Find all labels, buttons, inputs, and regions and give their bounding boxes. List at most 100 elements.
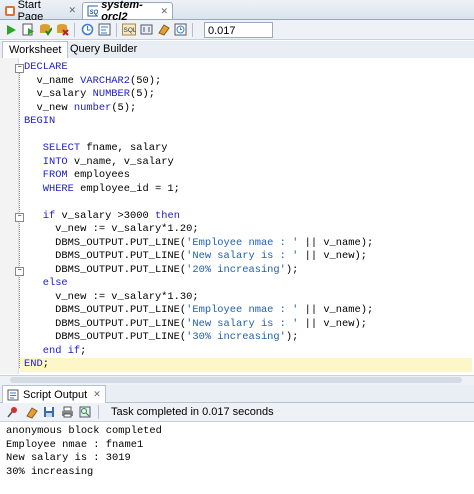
code-text: (5); bbox=[111, 101, 137, 114]
code-keyword: FROM bbox=[42, 169, 68, 181]
code-keyword: END bbox=[24, 358, 43, 370]
tab-system-orcl2[interactable]: SQL system-orcl2 ✕ bbox=[82, 0, 173, 23]
save-icon[interactable] bbox=[42, 405, 56, 419]
sql-editor[interactable]: − − − DECLARE v_name VARCHAR2(50); v_sal… bbox=[0, 58, 474, 374]
code-text: v_salary >3000 bbox=[55, 209, 155, 222]
commit-icon[interactable] bbox=[38, 23, 52, 37]
fold-toggle-icon[interactable]: − bbox=[15, 213, 24, 222]
code-string: 'Employee nmae : ' bbox=[186, 304, 299, 316]
print-icon[interactable] bbox=[60, 405, 74, 419]
code-line[interactable]: DBMS_OUTPUT.PUT_LINE('Employee nmae : ' … bbox=[24, 237, 472, 251]
code-line[interactable]: DBMS_OUTPUT.PUT_LINE('30% increasing'); bbox=[24, 331, 472, 345]
code-line[interactable] bbox=[24, 129, 472, 143]
code-keyword: SELECT bbox=[42, 142, 81, 154]
sql-tuning-icon[interactable]: SQL bbox=[122, 23, 136, 37]
close-icon[interactable]: ✕ bbox=[68, 5, 76, 16]
code-line[interactable]: BEGIN bbox=[24, 115, 472, 129]
script-output-text: anonymous block completed Employee nmae … bbox=[6, 425, 162, 479]
tab-script-output[interactable]: Script Output ✕ bbox=[2, 385, 106, 403]
code-string: 'Employee nmae : ' bbox=[186, 236, 299, 249]
code-line[interactable]: END; bbox=[20, 358, 472, 372]
unshared-sql-icon[interactable] bbox=[139, 23, 153, 37]
toolbar-separator bbox=[98, 405, 99, 419]
code-line[interactable]: SELECT fname, salary bbox=[24, 142, 472, 156]
find-icon[interactable] bbox=[78, 405, 92, 419]
rollback-icon[interactable] bbox=[55, 23, 69, 37]
code-line[interactable]: v_new := v_salary*1.20; bbox=[24, 223, 472, 237]
tab-label: Script Output bbox=[23, 388, 88, 401]
code-line[interactable]: DBMS_OUTPUT.PUT_LINE('New salary is : ' … bbox=[24, 250, 472, 264]
code-keyword: DECLARE bbox=[24, 61, 68, 73]
code-line[interactable]: else bbox=[24, 277, 472, 291]
code-keyword: WHERE bbox=[42, 182, 74, 195]
code-keyword: else bbox=[42, 277, 68, 289]
code-keyword: NUMBER bbox=[92, 88, 131, 100]
code-text: || v_new); bbox=[298, 317, 367, 330]
code-keyword: end if bbox=[42, 344, 81, 357]
code-line[interactable]: FROM employees bbox=[24, 169, 472, 183]
output-toolbar: Task completed in 0.017 seconds bbox=[0, 403, 474, 422]
autotrace-icon[interactable] bbox=[80, 23, 94, 37]
code-line[interactable]: v_name VARCHAR2(50); bbox=[24, 75, 472, 89]
code-line[interactable]: v_new number(5); bbox=[24, 102, 472, 116]
fold-toggle-icon[interactable]: − bbox=[15, 267, 24, 276]
eraser-icon[interactable] bbox=[156, 23, 170, 37]
code-keyword: if bbox=[42, 209, 56, 222]
explain-plan-icon[interactable] bbox=[97, 23, 111, 37]
code-line[interactable] bbox=[24, 196, 472, 210]
output-line: New salary is : 3019 bbox=[6, 452, 131, 464]
history-icon[interactable] bbox=[173, 23, 187, 37]
code-string: '20% increasing' bbox=[186, 263, 286, 276]
svg-text:SQL: SQL bbox=[90, 10, 99, 16]
code-text: (5); bbox=[130, 88, 155, 100]
tab-query-builder[interactable]: Query Builder bbox=[64, 41, 143, 58]
close-icon[interactable]: ✕ bbox=[160, 6, 168, 17]
tab-start-page[interactable]: Start Page ✕ bbox=[0, 0, 80, 23]
eraser-icon[interactable] bbox=[24, 405, 38, 419]
code-keyword: BEGIN bbox=[24, 115, 56, 127]
output-line: 30% increasing bbox=[6, 465, 94, 478]
code-line[interactable]: v_salary NUMBER(5); bbox=[24, 88, 472, 102]
run-statement-icon[interactable] bbox=[4, 23, 18, 37]
execution-timing: 0.017 seconds bbox=[204, 21, 273, 53]
code-text: v_new := v_salary*1.30; bbox=[24, 290, 199, 303]
code-line[interactable]: DBMS_OUTPUT.PUT_LINE('20% increasing'); bbox=[24, 264, 472, 278]
code-line[interactable]: DBMS_OUTPUT.PUT_LINE('Employee nmae : ' … bbox=[24, 304, 472, 318]
code-keyword: INTO bbox=[42, 155, 68, 168]
toolbar-separator bbox=[192, 22, 193, 37]
scrollbar-thumb[interactable] bbox=[10, 377, 462, 383]
code-line[interactable]: v_new := v_salary*1.30; bbox=[24, 291, 472, 305]
fold-toggle-icon[interactable]: − bbox=[15, 64, 24, 73]
script-output-icon bbox=[7, 389, 19, 400]
editor-horizontal-scrollbar[interactable] bbox=[0, 375, 474, 385]
close-icon[interactable]: ✕ bbox=[93, 389, 101, 400]
code-line[interactable]: WHERE employee_id = 1; bbox=[24, 183, 472, 197]
code-text: ; bbox=[42, 358, 49, 370]
run-script-icon[interactable] bbox=[21, 23, 35, 37]
code-line[interactable]: end if; bbox=[24, 345, 472, 359]
task-status: Task completed in 0.017 seconds bbox=[111, 406, 274, 418]
code-line[interactable]: if v_salary >3000 then bbox=[24, 210, 472, 224]
sql-worksheet-icon: SQL bbox=[87, 5, 99, 17]
pin-icon[interactable] bbox=[6, 405, 20, 419]
document-tab-bar: Start Page ✕ SQL system-orcl2 ✕ bbox=[0, 0, 474, 23]
code-text: v_new := v_salary*1.20; bbox=[24, 223, 199, 235]
code-area[interactable]: DECLARE v_name VARCHAR2(50); v_salary NU… bbox=[20, 61, 472, 372]
code-string: 'New salary is : ' bbox=[186, 250, 299, 262]
output-line: Employee nmae : fname1 bbox=[6, 438, 144, 451]
code-text: || v_name); bbox=[298, 236, 374, 249]
code-line[interactable]: DBMS_OUTPUT.PUT_LINE('New salary is : ' … bbox=[24, 318, 472, 332]
tab-worksheet[interactable]: Worksheet bbox=[2, 41, 69, 59]
code-line[interactable]: DECLARE bbox=[24, 61, 472, 75]
start-page-icon bbox=[5, 5, 15, 16]
output-line: anonymous block completed bbox=[6, 425, 162, 437]
code-string: 'New salary is : ' bbox=[186, 317, 299, 330]
code-line[interactable]: INTO v_name, v_salary bbox=[24, 156, 472, 170]
code-keyword: then bbox=[154, 209, 180, 222]
